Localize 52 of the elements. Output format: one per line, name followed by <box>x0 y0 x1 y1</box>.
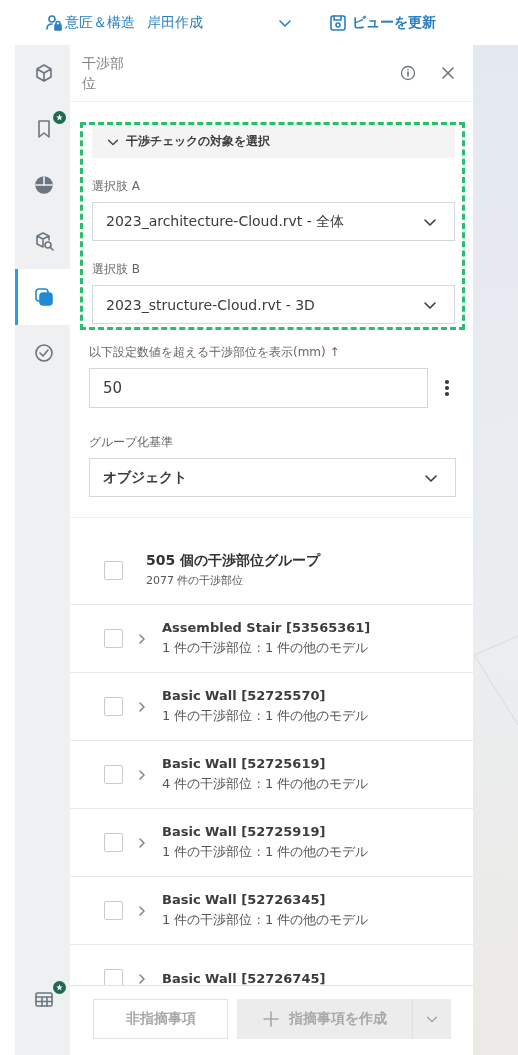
chevron-right-icon <box>137 632 147 645</box>
overlap-icon <box>34 287 54 307</box>
panel-title: 干渉部位 <box>82 54 125 93</box>
chevron-right-icon <box>137 768 147 781</box>
group-subtitle: 2077 件の干渉部位 <box>146 573 245 588</box>
cube-icon <box>34 63 54 83</box>
checkbox[interactable] <box>104 697 123 716</box>
checkbox[interactable] <box>104 969 123 985</box>
field-label: 以下設定数値を超える干渉部位を表示(mm) ↑ <box>89 344 341 361</box>
check-circle-icon <box>34 343 54 363</box>
clash-title: Assembled Stair [53565361] <box>162 620 371 635</box>
clash-title: Basic Wall [52725570] <box>162 688 327 703</box>
chevron-right-icon <box>137 904 147 917</box>
checkbox[interactable] <box>104 901 123 920</box>
save-icon <box>329 13 347 32</box>
more-vertical-icon <box>444 379 450 397</box>
pie-chart-icon <box>34 175 54 195</box>
cube-search-icon <box>34 231 54 251</box>
select-dropdown[interactable]: 2023_architecture-Cloud.rvt - 全体 <box>92 202 455 241</box>
user-lock-icon <box>45 13 63 32</box>
clash-subtitle: 4 件の干渉部位 : 1 件の他のモデル <box>162 775 369 793</box>
close-icon <box>440 65 456 81</box>
clash-title: Basic Wall [52726745] <box>162 971 326 985</box>
project-name: 意匠＆構造 <box>65 13 135 32</box>
chevron-right-icon <box>137 972 147 985</box>
clash-title: Basic Wall [52726345] <box>162 892 327 907</box>
field-label: グループ化基準 <box>89 434 174 451</box>
clash-subtitle: 1 件の干渉部位 : 1 件の他のモデル <box>162 843 369 861</box>
select-dropdown[interactable]: 2023_structure-Cloud.rvt - 3D <box>92 285 455 324</box>
checkbox[interactable] <box>104 765 123 784</box>
threshold-input[interactable]: 50 <box>89 368 428 408</box>
select-dropdown[interactable]: オブジェクト <box>89 458 456 497</box>
clash-subtitle: 1 件の干渉部位 : 1 件の他のモデル <box>162 639 370 657</box>
checkbox[interactable] <box>104 560 123 580</box>
clash-title: Basic Wall [52725919] <box>162 824 327 839</box>
section-header[interactable]: 干渉チェックの対象を選択 <box>92 125 455 158</box>
checkbox[interactable] <box>104 629 123 648</box>
clash-subtitle: 1 件の干渉部位 : 1 件の他のモデル <box>162 911 369 929</box>
update-view-button[interactable]: ビューを更新 <box>329 13 436 32</box>
group-title: 505 個の干渉部位グループ <box>146 552 321 570</box>
clash-title: Basic Wall [52725619] <box>162 756 327 771</box>
chevron-right-icon <box>137 836 147 849</box>
sidebar-item[interactable] <box>15 269 70 325</box>
author-name: 岸田作成 <box>147 13 203 32</box>
plus-icon <box>262 1010 279 1027</box>
info-icon <box>400 65 416 81</box>
chevron-right-icon <box>137 700 147 713</box>
field-label: 選択肢 B <box>92 261 142 278</box>
checkbox[interactable] <box>104 833 123 852</box>
clash-subtitle: 1 件の干渉部位 : 1 件の他のモデル <box>162 707 369 725</box>
field-label: 選択肢 A <box>92 178 142 195</box>
table-icon <box>34 989 54 1009</box>
